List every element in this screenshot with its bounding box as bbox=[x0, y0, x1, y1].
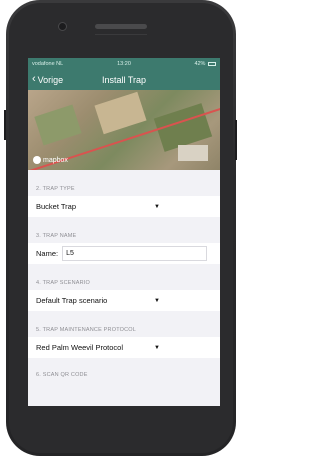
map-building bbox=[178, 145, 208, 161]
screen-bottom-bezel bbox=[28, 406, 220, 426]
map-field bbox=[34, 104, 82, 146]
maintenance-protocol-value: Red Palm Weevil Protocol bbox=[36, 343, 123, 352]
mapbox-logo-icon bbox=[33, 156, 41, 164]
earpiece-speaker bbox=[95, 24, 147, 29]
trap-scenario-value: Default Trap scenario bbox=[36, 296, 108, 305]
trap-scenario-label: 4. TRAP SCENARIO bbox=[36, 280, 91, 286]
trap-name-input[interactable]: L5 bbox=[62, 246, 208, 261]
mapbox-attribution[interactable]: mapbox bbox=[33, 156, 68, 164]
trap-name-row: Name: L5 bbox=[28, 243, 220, 264]
dropdown-caret-icon: ▼ bbox=[154, 297, 160, 304]
trap-name-label: 3. TRAP NAME bbox=[36, 233, 77, 239]
back-button[interactable]: ‹ Vorige bbox=[32, 74, 63, 85]
battery-indicator: 42% bbox=[155, 61, 216, 67]
dropdown-caret-icon: ▼ bbox=[154, 203, 160, 210]
trap-type-select[interactable]: Bucket Trap ▼ bbox=[28, 196, 220, 217]
chevron-left-icon: ‹ bbox=[32, 73, 36, 85]
back-label: Vorige bbox=[37, 74, 64, 85]
carrier-label: vodafone NL bbox=[32, 61, 64, 67]
maintenance-protocol-label: 5. TRAP MAINTENANCE PROTOCOL bbox=[36, 327, 137, 333]
clock: 13:20 bbox=[117, 61, 131, 67]
maintenance-protocol-select[interactable]: Red Palm Weevil Protocol ▼ bbox=[28, 337, 220, 358]
trap-scenario-select[interactable]: Default Trap scenario ▼ bbox=[28, 290, 220, 311]
battery-level: 42% bbox=[194, 61, 206, 67]
battery-icon bbox=[207, 61, 216, 66]
proximity-sensor bbox=[95, 34, 147, 35]
status-bar: vodafone NL 13:20 42% bbox=[28, 58, 220, 70]
name-field-label: Name: bbox=[36, 249, 59, 258]
navigation-bar: ‹ Vorige Install Trap bbox=[28, 70, 220, 90]
trap-type-label: 2. TRAP TYPE bbox=[36, 186, 75, 192]
scan-qr-label: 6. SCAN QR CODE bbox=[36, 372, 88, 378]
map-field bbox=[94, 91, 147, 135]
dropdown-caret-icon: ▼ bbox=[154, 344, 160, 351]
volume-button bbox=[4, 110, 6, 140]
mapbox-label: mapbox bbox=[43, 156, 68, 164]
map-view[interactable]: mapbox bbox=[28, 90, 220, 170]
trap-type-value: Bucket Trap bbox=[36, 202, 77, 211]
app-screen: vodafone NL 13:20 42% ‹ Vorige Install T… bbox=[28, 58, 220, 406]
front-camera bbox=[58, 22, 67, 31]
power-button bbox=[235, 120, 237, 160]
trap-name-value: L5 bbox=[66, 250, 74, 257]
